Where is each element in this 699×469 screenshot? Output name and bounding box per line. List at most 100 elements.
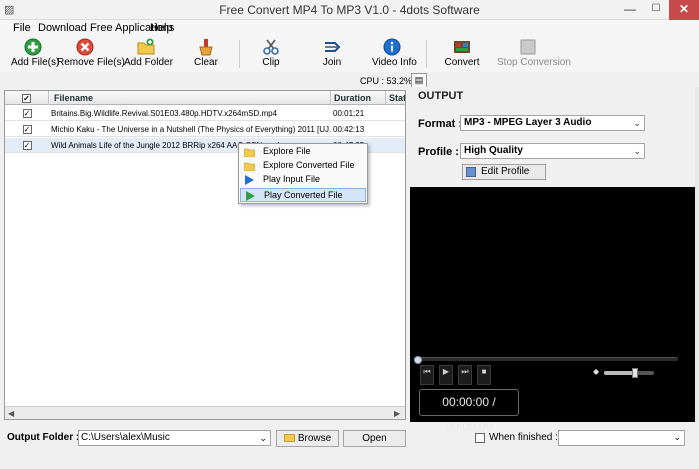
add-icon [24, 38, 42, 56]
header-checkbox-cell[interactable]: ✓ [5, 91, 49, 105]
cell-duration: 00:42:13 [333, 125, 365, 134]
stop-icon [520, 39, 536, 55]
play-icon: ▶ [442, 367, 450, 376]
folder-icon [244, 148, 255, 157]
join-button[interactable]: Join [318, 37, 346, 72]
skip-forward-icon: ⏭ [461, 367, 469, 376]
remove-files-button[interactable]: Remove File(s) [57, 37, 125, 72]
video-player: ⏮ ▶ ⏭ ■ ◆ 00:00:00 / 00:00:00 [410, 187, 695, 434]
add-files-button[interactable]: Add File(s) [11, 37, 60, 72]
chevron-down-icon: ⌄ [259, 433, 267, 443]
stop-button[interactable]: ■ [477, 365, 491, 385]
menu-item-play-converted-file[interactable]: Play Converted File [240, 188, 366, 202]
output-folder-input[interactable]: C:\Users\alex\Music ⌄ [78, 430, 271, 446]
convert-label: Convert [444, 57, 480, 68]
table-row[interactable]: ✓ Michio Kaku - The Universe in a Nutshe… [5, 122, 405, 137]
format-select[interactable]: MP3 - MPEG Layer 3 Audio ⌄ [460, 115, 645, 131]
stop-conversion-button[interactable]: Stop Conversion [497, 37, 571, 72]
skip-forward-button[interactable]: ⏭ [458, 365, 472, 385]
join-icon [325, 42, 341, 52]
convert-icon [454, 41, 470, 53]
stop-conversion-label: Stop Conversion [497, 57, 571, 68]
when-finished-label: When finished : [489, 432, 558, 443]
cell-filename: Michio Kaku - The Universe in a Nutshell… [51, 125, 331, 134]
speaker-icon: ◆ [593, 367, 600, 376]
toolbar: Add File(s) Remove File(s) Add Folder Cl… [0, 37, 699, 72]
cpu-readout: CPU : 53.2% [360, 76, 413, 86]
horizontal-scrollbar[interactable]: ◀ ▶ [5, 406, 405, 419]
play-button[interactable]: ▶ [439, 365, 453, 385]
menu-item-play-input-file[interactable]: Play Input File [240, 173, 366, 187]
row-checkbox[interactable]: ✓ [22, 109, 32, 119]
row-checkbox-cell[interactable]: ✓ [5, 122, 49, 137]
skip-back-button[interactable]: ⏮ [420, 365, 434, 385]
close-button[interactable]: ✕ [669, 0, 699, 20]
vertical-scrollbar[interactable] [695, 87, 699, 422]
column-header-filename[interactable]: Filename [49, 91, 331, 105]
menu-item-explore-file[interactable]: Explore File [240, 145, 366, 159]
volume-fill [604, 371, 635, 375]
menu-item-explore-converted-file[interactable]: Explore Converted File [240, 159, 366, 173]
output-panel: OUTPUT [410, 87, 695, 184]
seek-knob[interactable] [414, 356, 422, 364]
volume-knob[interactable] [632, 368, 638, 378]
scroll-left-icon[interactable]: ◀ [8, 409, 14, 418]
add-files-label: Add File(s) [11, 57, 60, 68]
header-checkbox[interactable]: ✓ [22, 94, 31, 104]
row-checkbox-cell[interactable]: ✓ [5, 106, 49, 121]
video-info-button[interactable]: Video Info [372, 37, 417, 72]
convert-button[interactable]: Convert [444, 37, 480, 72]
play-icon [246, 191, 255, 201]
add-folder-label: Add Folder [124, 57, 173, 68]
cell-duration: 00:01:21 [333, 109, 365, 118]
clear-button[interactable]: Clear [191, 37, 221, 72]
join-label: Join [322, 57, 342, 68]
column-header-status[interactable]: Status [386, 91, 405, 105]
row-checkbox-cell[interactable]: ✓ [5, 138, 49, 153]
volume-slider[interactable] [604, 368, 654, 378]
scroll-right-icon[interactable]: ▶ [394, 409, 400, 418]
toolbar-separator [426, 40, 427, 68]
when-finished-select[interactable]: ⌄ [558, 430, 685, 446]
format-value: MP3 - MPEG Layer 3 Audio [464, 117, 592, 128]
row-checkbox[interactable]: ✓ [22, 141, 32, 151]
maximize-button[interactable]: ☐ [643, 0, 669, 20]
edit-profile-button[interactable]: Edit Profile [462, 164, 546, 180]
grid-header: ✓ Filename Duration Status [5, 91, 405, 105]
profile-label: Profile : [418, 146, 459, 158]
cpu-settings-button[interactable]: ▤ [411, 73, 427, 88]
when-finished-checkbox[interactable] [475, 433, 485, 443]
profile-value: High Quality [464, 145, 523, 156]
column-header-duration[interactable]: Duration [331, 91, 386, 105]
menu-help[interactable]: Help [150, 22, 173, 34]
menu-file[interactable]: File [13, 22, 31, 34]
seek-bar[interactable] [414, 356, 678, 364]
table-row[interactable]: ✓ Britains.Big.Wildlife.Revival.S01E03.4… [5, 106, 405, 121]
browse-label: Browse [297, 433, 332, 444]
output-folder-value: C:\Users\alex\Music [81, 432, 170, 443]
chevron-down-icon: ⌄ [633, 146, 641, 156]
row-checkbox[interactable]: ✓ [22, 125, 32, 135]
remove-icon [76, 38, 94, 56]
open-button[interactable]: Open [343, 430, 406, 447]
cell-filename: Britains.Big.Wildlife.Revival.S01E03.480… [51, 109, 278, 118]
output-title: OUTPUT [418, 90, 464, 102]
profile-select[interactable]: High Quality ⌄ [460, 143, 645, 159]
window-title: Free Convert MP4 To MP3 V1.0 - 4dots Sof… [219, 3, 480, 17]
stop-icon: ■ [481, 367, 487, 376]
edit-profile-label: Edit Profile [481, 166, 530, 177]
menu-item-label: Explore File [263, 146, 311, 156]
scissors-icon [263, 39, 279, 55]
menu-bar: File Download Free Applications Help [0, 20, 699, 37]
browse-button[interactable]: Browse [276, 430, 339, 447]
clip-button[interactable]: Clip [257, 37, 285, 72]
timecode-display: 00:00:00 / 00:00:00 [419, 389, 519, 434]
menu-item-label: Play Input File [263, 174, 321, 184]
add-folder-button[interactable]: Add Folder [124, 37, 173, 72]
chevron-down-icon: ⌄ [673, 432, 681, 442]
folder-icon [244, 162, 255, 171]
minimize-button[interactable]: — [617, 0, 643, 20]
output-folder-label: Output Folder : [7, 432, 80, 443]
broom-icon [199, 39, 213, 56]
folder-icon [283, 434, 295, 442]
